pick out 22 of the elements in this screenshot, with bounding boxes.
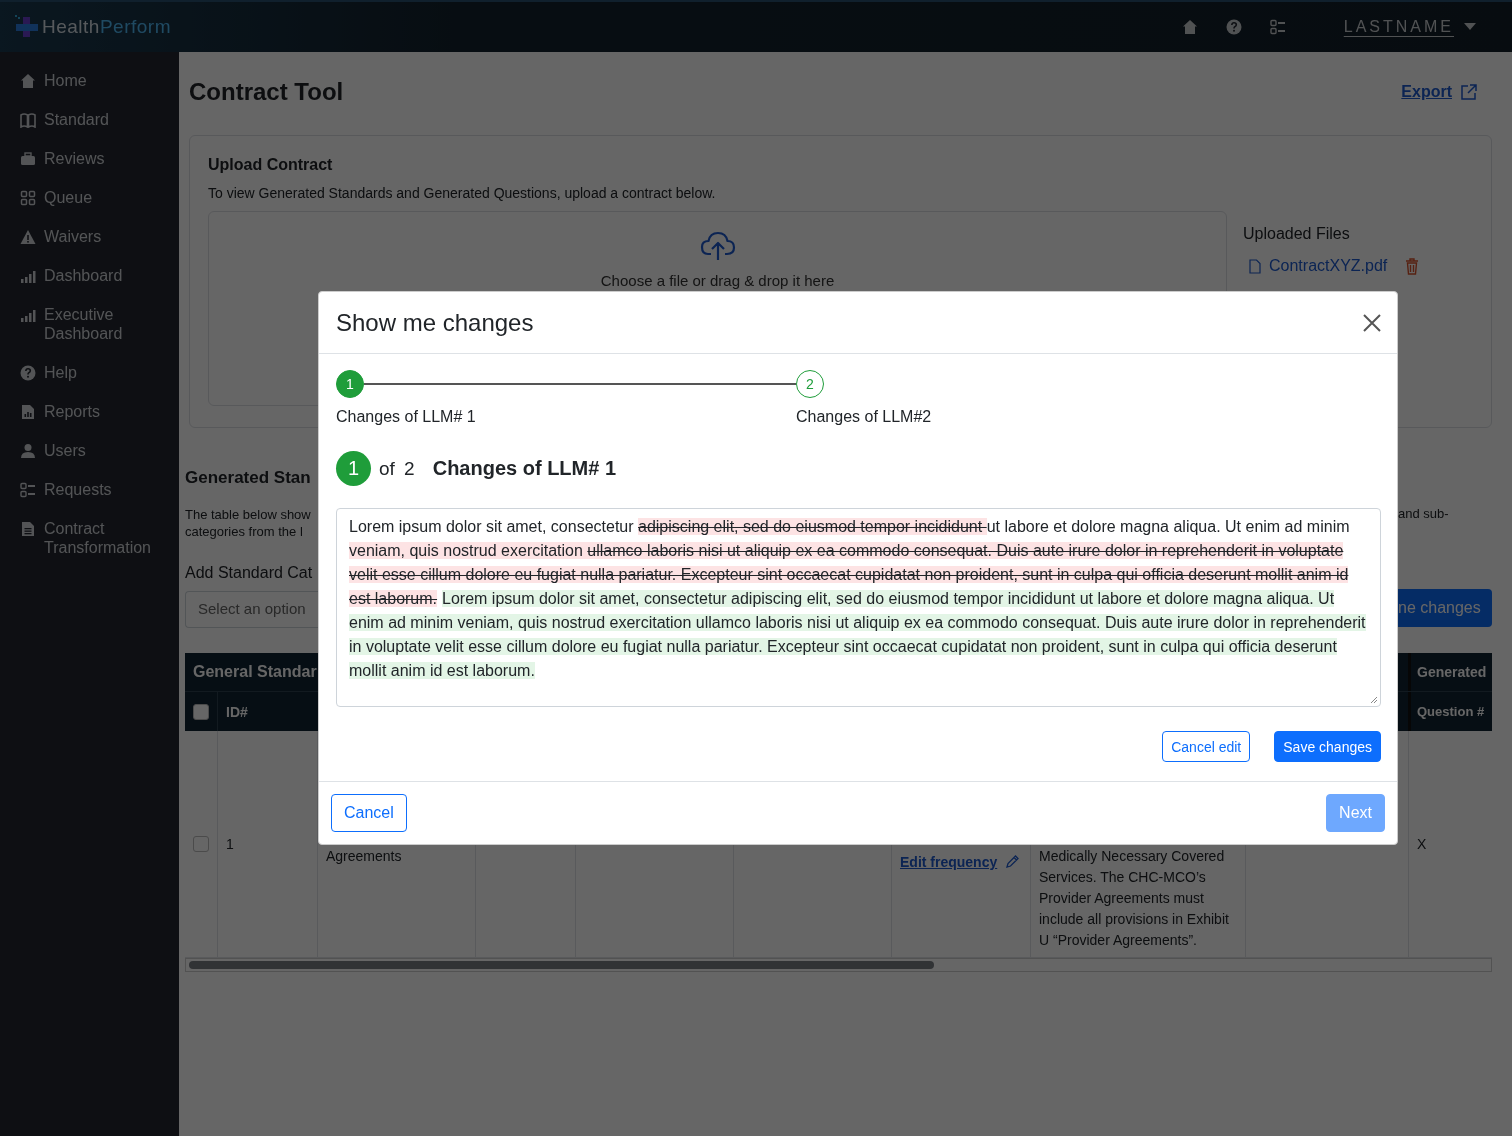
card-description: To view Generated Standards and Generated Questions, upload a contract below. [208, 185, 717, 201]
page-title: Contract Tool [189, 78, 345, 106]
field-label: Add Standard Cat [185, 564, 314, 582]
description-text: The table below show [185, 506, 312, 523]
table-cell: 1 [226, 836, 234, 852]
table-cell: X [1417, 836, 1427, 852]
card-title: Upload Contract [208, 156, 334, 174]
description-text: and sub- [1398, 505, 1450, 522]
logo-text: HealthPerform [42, 16, 171, 38]
step-heading: Changes of LLM# 1 [432, 457, 617, 480]
table-cell-text: Medically Necessary Covered Services. The CHC-MCO’s Provider Agreements must include all provisions in Exhibit U “Provider Agreements”. [1039, 847, 1230, 950]
step-count: of 2 [379, 457, 415, 480]
dropzone-text: Choose a file or drag & drop it here [600, 272, 835, 289]
files-title: Uploaded Files [1243, 225, 1351, 243]
step-number-badge: 1 [336, 451, 371, 486]
step-label: Changes of LLM# 1 [336, 408, 477, 426]
description-text: categories from the l [185, 523, 304, 540]
modal-title: Show me changes [336, 308, 534, 337]
table-cell-text: Agreements [326, 847, 402, 866]
step-label: Changes of LLM#2 [796, 408, 933, 426]
table-header: General Standar [192, 662, 317, 682]
section-title: Generated Stan [185, 468, 312, 488]
